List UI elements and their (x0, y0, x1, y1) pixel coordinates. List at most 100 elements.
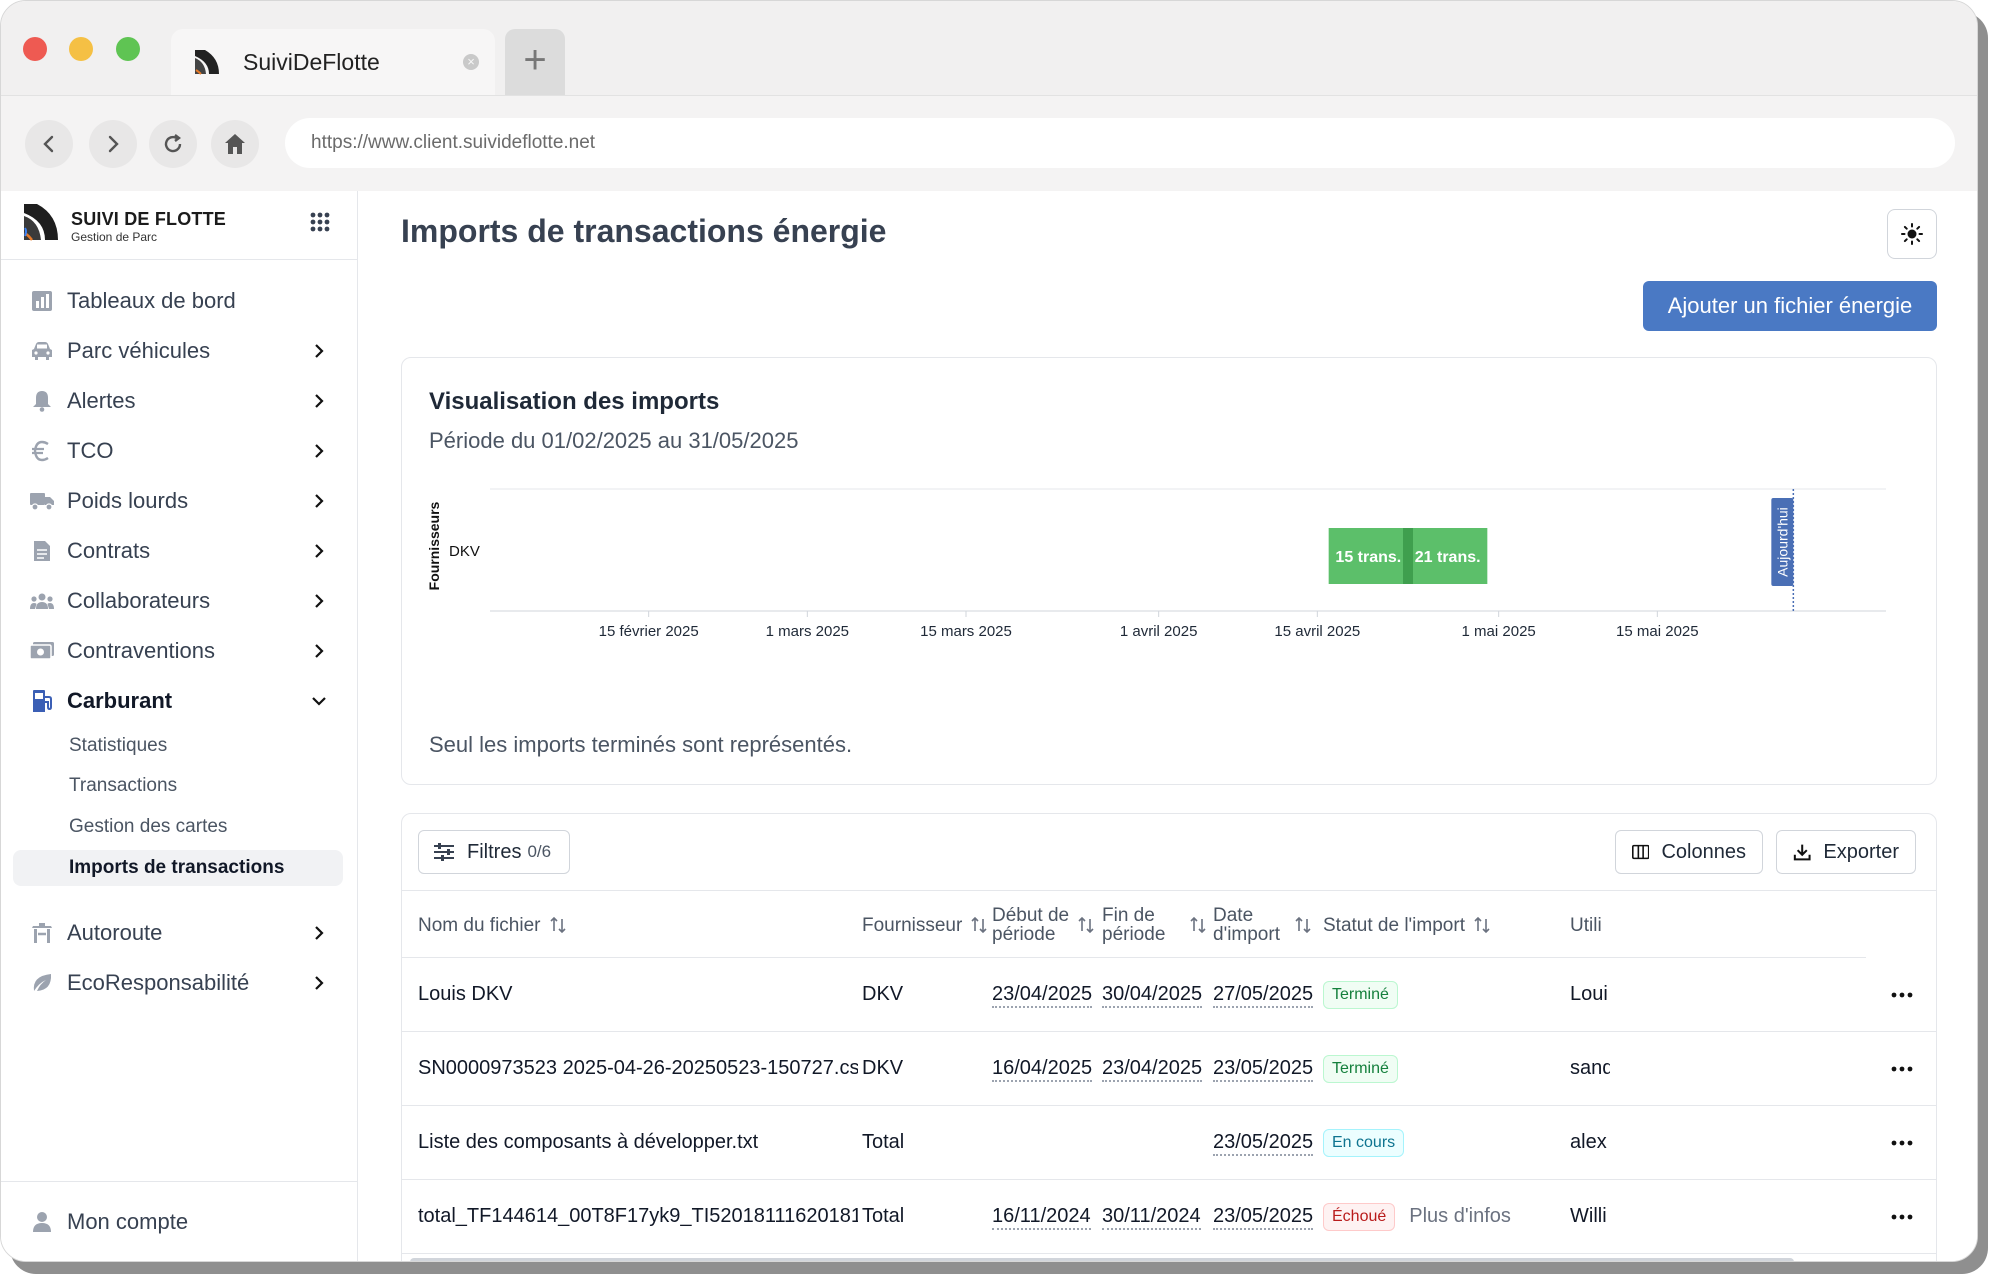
theme-toggle-button[interactable] (1887, 209, 1937, 259)
sidebar-item-collaborators[interactable]: Collaborateurs (13, 579, 345, 623)
sidebar-item-alerts[interactable]: Alertes (13, 379, 345, 423)
sidebar-item-tco[interactable]: TCO (13, 429, 345, 473)
close-window-button[interactable] (23, 37, 47, 61)
brand-name: SUIVI DE FLOTTE (71, 209, 227, 229)
status-badge: En cours (1323, 1128, 1405, 1157)
sidebar-item-label: Contrats (67, 538, 151, 563)
visualization-period: Période du 01/02/2025 au 31/05/2025 (429, 428, 799, 453)
more-info-link[interactable]: Plus d'infos (1409, 1205, 1511, 1227)
brand-subtitle: Gestion de Parc (71, 230, 158, 244)
people-icon (29, 588, 55, 614)
row-actions-button[interactable] (1866, 1180, 1936, 1253)
visualization-note: Seul les imports terminés sont représent… (429, 732, 853, 757)
sidebar-subitem-transactions[interactable]: Transactions (13, 768, 343, 804)
row-actions-button[interactable] (1866, 1106, 1936, 1179)
sidebar-subitem-card-management[interactable]: Gestion des cartes (13, 809, 343, 845)
sidebar-item-heavy-trucks[interactable]: Poids lourds (13, 479, 345, 523)
sort-icon (971, 916, 987, 934)
sidebar-item-label: EcoResponsabilité (67, 970, 250, 995)
column-header-label-line2: période (992, 924, 1056, 945)
ticket-icon (29, 638, 55, 664)
cell-import-date-value: 23/05/2025 (1213, 1205, 1314, 1230)
new-tab-button[interactable]: + (505, 29, 565, 95)
maximize-window-button[interactable] (116, 37, 140, 61)
sidebar-item-eco[interactable]: EcoResponsabilité (13, 961, 345, 1005)
cell-import-date: 23/05/2025 (1213, 1180, 1319, 1253)
row-actions-button[interactable] (1866, 958, 1936, 1031)
status-badge: Terminé (1323, 980, 1398, 1009)
sidebar-item-dashboards[interactable]: Tableaux de bord (13, 279, 345, 323)
horizontal-scrollbar[interactable] (410, 1258, 1794, 1261)
column-header-period-start[interactable]: Début de période (992, 891, 1095, 959)
table-row[interactable]: Louis DKV DKV 23/04/2025 30/04/2025 27/05/20… (402, 958, 1936, 1032)
cell-period-end (1102, 1106, 1208, 1179)
cell-file-name: Liste des composants à développer.txt (418, 1131, 759, 1153)
suivideflotte-logo-icon (195, 50, 219, 75)
cell-file-name: total_TF144614_00T8F17yk9_TI520181116201… (418, 1205, 858, 1227)
column-header-label-line1: Date (1213, 905, 1254, 926)
chevron-right-icon (315, 494, 324, 508)
x-tick-label: 15 février 2025 (599, 623, 699, 640)
column-header-import-date[interactable]: Date d'import (1213, 891, 1312, 959)
table-header: Nom du fichier Fournisseur Début de pério… (402, 890, 1936, 958)
browser-window: SuiviDeFlotte × + https://www.client.sui… (0, 0, 1978, 1262)
cell-import-date: 23/05/2025 (1213, 1106, 1319, 1179)
sort-icon (1078, 916, 1094, 934)
x-tick-label: 1 mars 2025 (766, 623, 849, 640)
sidebar-item-fines[interactable]: Contraventions (13, 629, 345, 673)
filters-button[interactable]: Filtres 0/6 (418, 830, 570, 874)
tab-close-icon[interactable]: × (463, 54, 479, 70)
filters-label: Filtres (467, 840, 522, 863)
column-header-label: Statut de l'import (1323, 914, 1465, 936)
cell-period-end-value: 30/11/2024 (1102, 1205, 1201, 1230)
cell-user: sand (1570, 1057, 1610, 1079)
imports-visualization-card: Visualisation des imports Période du 01/… (401, 357, 1937, 785)
sidebar-item-contracts[interactable]: Contrats (13, 529, 345, 573)
back-button[interactable] (25, 120, 73, 168)
row-actions-button[interactable] (1866, 1032, 1936, 1105)
sort-icon (1474, 916, 1490, 934)
add-energy-file-button[interactable]: Ajouter un fichier énergie (1643, 281, 1937, 331)
columns-label: Colonnes (1661, 840, 1746, 863)
column-header-label-line2: période (1102, 924, 1166, 945)
export-button[interactable]: Exporter (1776, 830, 1916, 874)
sidebar-item-vehicles[interactable]: Parc véhicules (13, 329, 345, 373)
column-header-provider[interactable]: Fournisseur (862, 891, 988, 959)
home-button[interactable] (211, 120, 259, 168)
account-section: Mon compte (1, 1181, 357, 1261)
column-header-file-name[interactable]: Nom du fichier (418, 891, 567, 959)
browser-tab-bar: SuiviDeFlotte × + (1, 1, 1977, 95)
more-horizontal-icon (1891, 1066, 1913, 1071)
cell-import-date-value: 23/05/2025 (1213, 1131, 1314, 1156)
sidebar-item-highway[interactable]: Autoroute (13, 911, 345, 955)
apps-grid-icon[interactable] (309, 211, 331, 233)
url-bar[interactable]: https://www.client.suivideflotte.net (285, 118, 1955, 168)
forward-button[interactable] (89, 120, 137, 168)
sidebar-item-label: Tableaux de bord (67, 288, 236, 313)
leaf-icon (29, 970, 55, 996)
column-header-period-end[interactable]: Fin de période (1102, 891, 1207, 959)
cell-period-start-value: 23/04/2025 (992, 983, 1093, 1008)
sidebar-item-my-account[interactable]: Mon compte (13, 1200, 345, 1244)
actions-column-header (1866, 891, 1936, 958)
sidebar-subitem-transaction-imports[interactable]: Imports de transactions (13, 850, 343, 886)
cell-import-status: En cours (1323, 1106, 1563, 1179)
sidebar-subitem-statistics[interactable]: Statistiques (13, 728, 343, 764)
table-row[interactable]: SN0000973523 2025-04-26-20250523-150727.… (402, 1032, 1936, 1106)
tab-title: SuiviDeFlotte (243, 48, 380, 75)
column-header-user[interactable]: Utili (1570, 891, 1602, 959)
browser-tab[interactable]: SuiviDeFlotte × (171, 29, 495, 95)
reload-button[interactable] (149, 120, 197, 168)
status-badge: Échoué (1323, 1202, 1396, 1231)
minimize-window-button[interactable] (69, 37, 93, 61)
columns-button[interactable]: Colonnes (1615, 830, 1763, 874)
column-header-import-status[interactable]: Statut de l'import (1323, 891, 1491, 959)
table-row[interactable]: total_TF144614_00T8F17yk9_TI520181116201… (402, 1180, 1936, 1254)
cell-provider: DKV (862, 983, 904, 1005)
table-row[interactable]: Liste des composants à développer.txt Tot… (402, 1106, 1936, 1180)
user-icon (29, 1209, 55, 1235)
sidebar-item-fuel[interactable]: Carburant (13, 679, 345, 723)
cell-import-date: 27/05/2025 (1213, 958, 1319, 1031)
cell-import-status: Terminé (1323, 958, 1563, 1031)
sidebar: SUIVI DE FLOTTE Gestion de Parc Tableaux… (1, 191, 358, 1261)
